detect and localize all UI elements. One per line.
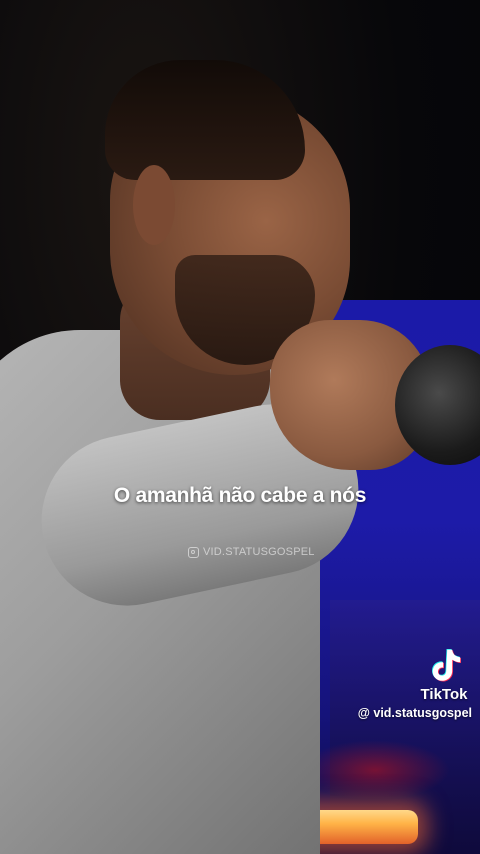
watermark-text: VID.STATUSGOSPEL bbox=[203, 546, 315, 558]
watermark: VID.STATUSGOSPEL bbox=[188, 544, 315, 560]
lyric-caption: O amanhã não cabe a nós bbox=[113, 484, 367, 507]
video-frame[interactable]: O amanhã não cabe a nós VID.STATUSGOSPEL… bbox=[0, 0, 480, 854]
singer-ear bbox=[133, 165, 175, 245]
instagram-icon bbox=[188, 546, 199, 558]
tiktok-brand-label: TikTok bbox=[420, 686, 468, 703]
tiktok-logo-icon[interactable] bbox=[426, 646, 462, 686]
tiktok-handle[interactable]: @ vid.statusgospel bbox=[358, 706, 472, 720]
red-stage-glow bbox=[300, 740, 450, 800]
